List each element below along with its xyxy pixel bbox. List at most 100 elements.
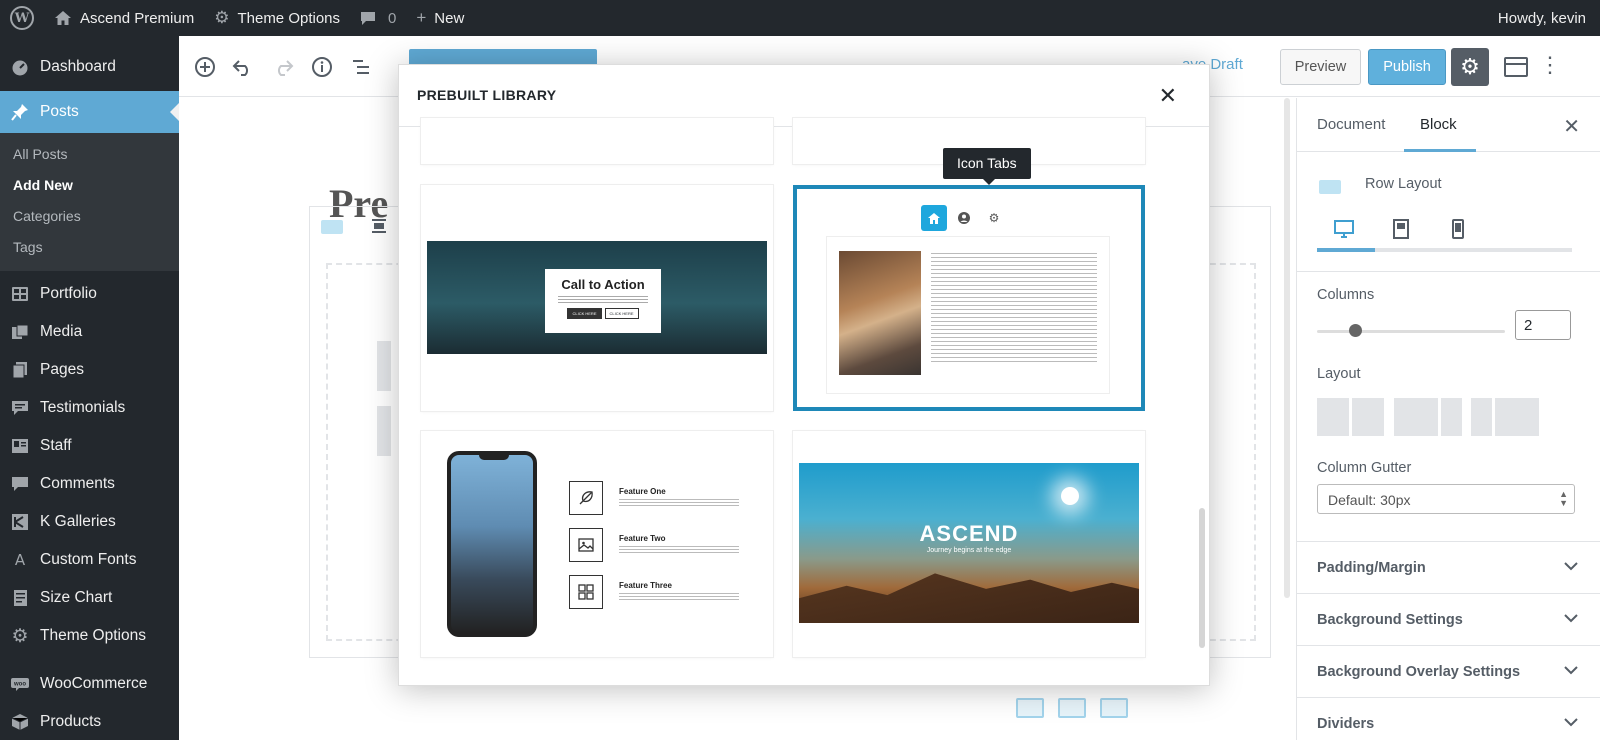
home-icon [921, 205, 947, 231]
placeholder-block [377, 406, 391, 456]
portfolio-icon [10, 284, 30, 304]
admin-sidebar: Dashboard Posts All Posts Add New Catego… [0, 36, 179, 740]
wordpress-logo-button[interactable]: W [0, 0, 44, 36]
sidebar-item-label: Media [40, 323, 83, 340]
testimonials-icon [10, 398, 30, 418]
sidebar-item-label: Theme Options [40, 627, 146, 644]
cta-box: Call to Action CLICK HERE CLICK HERE [545, 269, 661, 333]
layout-toggle-icon[interactable] [1503, 54, 1529, 80]
posts-submenu: All Posts Add New Categories Tags [0, 133, 179, 271]
prebuilt-library-modal: PREBUILT LIBRARY ✕ Call to Action CLICK … [398, 64, 1210, 686]
sidebar-item-theme-options[interactable]: ⚙ Theme Options [0, 617, 179, 655]
container-block-icon[interactable] [1100, 698, 1128, 718]
hero-title: ASCEND [919, 521, 1019, 546]
sidebar-item-woocommerce[interactable]: woo WooCommerce [0, 665, 179, 703]
panel-background-overlay-settings[interactable]: Background Overlay Settings [1297, 645, 1600, 697]
publish-button[interactable]: Publish [1368, 49, 1446, 85]
redo-icon[interactable] [270, 54, 296, 80]
outline-icon[interactable] [348, 54, 374, 80]
new-content-link[interactable]: + New [406, 0, 474, 36]
modal-scrollbar-thumb[interactable] [1199, 508, 1205, 648]
add-block-icon[interactable] [192, 54, 218, 80]
undo-icon[interactable] [230, 54, 256, 80]
columns-range-track[interactable] [1317, 330, 1505, 333]
tab-block[interactable]: Block [1420, 116, 1457, 133]
home-icon [54, 10, 72, 26]
user-account-link[interactable]: Howdy, kevin [1488, 0, 1600, 36]
tablet-icon[interactable] [1390, 218, 1412, 240]
icon-tabs-panel [827, 237, 1109, 393]
canyon-image [839, 251, 921, 375]
submenu-all-posts[interactable]: All Posts [0, 139, 179, 170]
submenu-categories[interactable]: Categories [0, 201, 179, 232]
sidebar-item-label: Posts [40, 103, 79, 120]
site-name-label: Ascend Premium [80, 9, 195, 27]
settings-sidebar: Document Block ✕ Row Layout Columns 2 La… [1296, 98, 1600, 740]
column-gutter-select[interactable]: Default: 30px ▲ ▼ [1317, 484, 1575, 514]
mobile-icon[interactable] [1447, 218, 1469, 240]
chevron-down-icon [1564, 558, 1578, 574]
library-card-features[interactable]: Feature One Feature Two Feature Three [421, 431, 773, 657]
media-icon [10, 322, 30, 342]
align-icon[interactable] [371, 218, 389, 236]
settings-gear-button[interactable]: ⚙ [1451, 48, 1489, 86]
row-block-icon[interactable] [1016, 698, 1044, 718]
site-name-link[interactable]: Ascend Premium [44, 0, 204, 36]
layout-option-left-heavy[interactable] [1394, 398, 1462, 436]
sidebar-item-label: K Galleries [40, 513, 116, 530]
pages-icon [10, 360, 30, 380]
woocommerce-icon: woo [10, 674, 30, 694]
pin-icon [10, 102, 30, 122]
mountain-sunrise-image: ASCEND Journey begins at the edge [799, 463, 1139, 623]
comments-link[interactable]: 0 [350, 0, 406, 36]
feather-icon [569, 481, 603, 515]
theme-options-link[interactable]: ⚙ Theme Options [204, 0, 350, 36]
sidebar-item-custom-fonts[interactable]: A Custom Fonts [0, 541, 179, 579]
new-label: New [434, 9, 465, 27]
panel-background-settings[interactable]: Background Settings [1297, 593, 1600, 645]
info-icon[interactable] [309, 54, 335, 80]
gear-icon: ⚙ [11, 625, 29, 647]
tab-document[interactable]: Document [1317, 116, 1385, 133]
close-icon[interactable]: ✕ [1563, 114, 1580, 139]
layout-option-right-heavy[interactable] [1471, 398, 1539, 436]
sidebar-item-posts[interactable]: Posts [0, 91, 179, 133]
canvas-scrollbar[interactable] [1282, 98, 1292, 598]
layout-option-equal[interactable] [1317, 398, 1384, 436]
library-card[interactable] [421, 118, 773, 164]
block-name: Row Layout [1365, 176, 1442, 192]
close-icon[interactable]: ✕ [1159, 83, 1177, 109]
library-card-call-to-action[interactable]: Call to Action CLICK HERE CLICK HERE [421, 185, 773, 411]
sidebar-item-size-chart[interactable]: Size Chart [0, 579, 179, 617]
preview-button[interactable]: Preview [1280, 49, 1361, 85]
sidebar-item-pages[interactable]: Pages [0, 351, 179, 389]
sidebar-item-portfolio[interactable]: Portfolio [0, 275, 179, 313]
more-options-icon[interactable]: ⋮ [1539, 50, 1561, 80]
sidebar-item-k-galleries[interactable]: K Galleries [0, 503, 179, 541]
columns-input[interactable]: 2 [1515, 310, 1571, 340]
sidebar-item-dashboard[interactable]: Dashboard [0, 48, 179, 86]
gear-icon: ⚙ [1460, 54, 1480, 79]
icon-tabs-row: ⚙ [921, 205, 1007, 231]
submenu-tags[interactable]: Tags [0, 232, 179, 263]
sidebar-item-products[interactable]: Products [0, 703, 179, 740]
columns-range-thumb[interactable] [1348, 324, 1362, 337]
section-block-icon[interactable] [1058, 698, 1086, 718]
sidebar-item-testimonials[interactable]: Testimonials [0, 389, 179, 427]
layout-label: Layout [1317, 366, 1361, 382]
image-icon [569, 528, 603, 562]
panel-dividers[interactable]: Dividers [1297, 697, 1600, 740]
sidebar-item-staff[interactable]: Staff [0, 427, 179, 465]
panel-title: Padding/Margin [1317, 560, 1426, 576]
desktop-icon[interactable] [1333, 218, 1355, 240]
panel-padding-margin[interactable]: Padding/Margin [1297, 541, 1600, 593]
sidebar-item-label: Custom Fonts [40, 551, 137, 568]
library-card-icon-tabs[interactable]: ⚙ [793, 185, 1145, 411]
sidebar-item-media[interactable]: Media [0, 313, 179, 351]
sidebar-item-comments[interactable]: Comments [0, 465, 179, 503]
sidebar-item-label: Pages [40, 361, 84, 378]
columns-label: Columns [1317, 287, 1375, 303]
sidebar-item-label: WooCommerce [40, 675, 148, 692]
library-card-ascend-hero[interactable]: ASCEND Journey begins at the edge [793, 431, 1145, 657]
submenu-add-new[interactable]: Add New [0, 170, 179, 201]
